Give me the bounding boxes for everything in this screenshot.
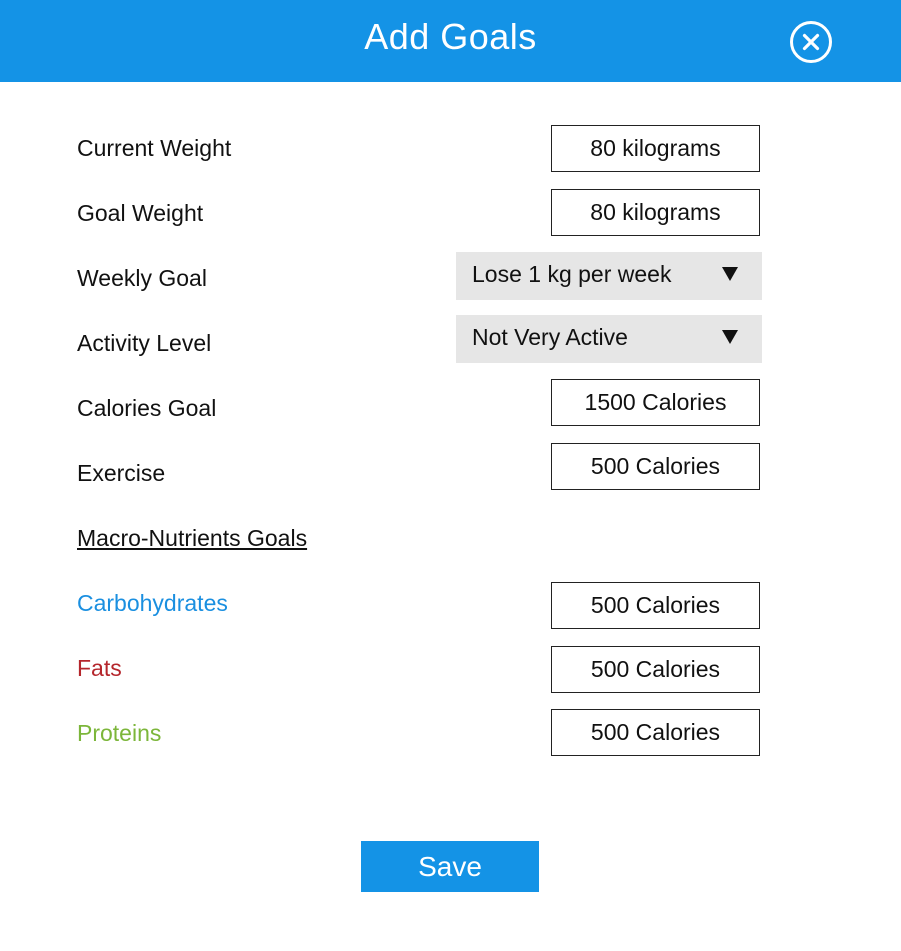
activity-level-select[interactable]: Not Very Active: [456, 315, 762, 363]
proteins-input[interactable]: [551, 709, 760, 756]
close-button[interactable]: [789, 20, 832, 63]
activity-level-label: Activity Level: [77, 330, 212, 356]
carbohydrates-label: Carbohydrates: [77, 590, 228, 616]
macro-nutrients-heading: Macro-Nutrients Goals: [77, 525, 308, 551]
close-circle-icon: [790, 21, 832, 63]
carbohydrates-input[interactable]: [551, 582, 760, 629]
weekly-goal-label: Weekly Goal: [77, 265, 207, 291]
current-weight-label: Current Weight: [77, 135, 232, 161]
calories-goal-label: Calories Goal: [77, 395, 217, 421]
fats-input[interactable]: [551, 646, 760, 693]
weekly-goal-select[interactable]: Lose 1 kg per week: [456, 252, 762, 300]
dropdown-arrow-icon: [722, 267, 738, 281]
activity-level-value: Not Very Active: [472, 324, 628, 350]
save-button[interactable]: Save: [361, 841, 539, 892]
goal-weight-input[interactable]: [551, 189, 760, 236]
exercise-input[interactable]: [551, 443, 760, 490]
fats-label: Fats: [77, 655, 122, 681]
page-title: Add Goals: [364, 16, 537, 57]
header-bar: Add Goals: [0, 0, 901, 82]
goal-weight-label: Goal Weight: [77, 200, 204, 226]
weekly-goal-value: Lose 1 kg per week: [472, 261, 672, 287]
calories-goal-input[interactable]: [551, 379, 760, 426]
exercise-label: Exercise: [77, 460, 166, 486]
dropdown-arrow-icon: [722, 330, 738, 344]
proteins-label: Proteins: [77, 720, 162, 746]
current-weight-input[interactable]: [551, 125, 760, 172]
